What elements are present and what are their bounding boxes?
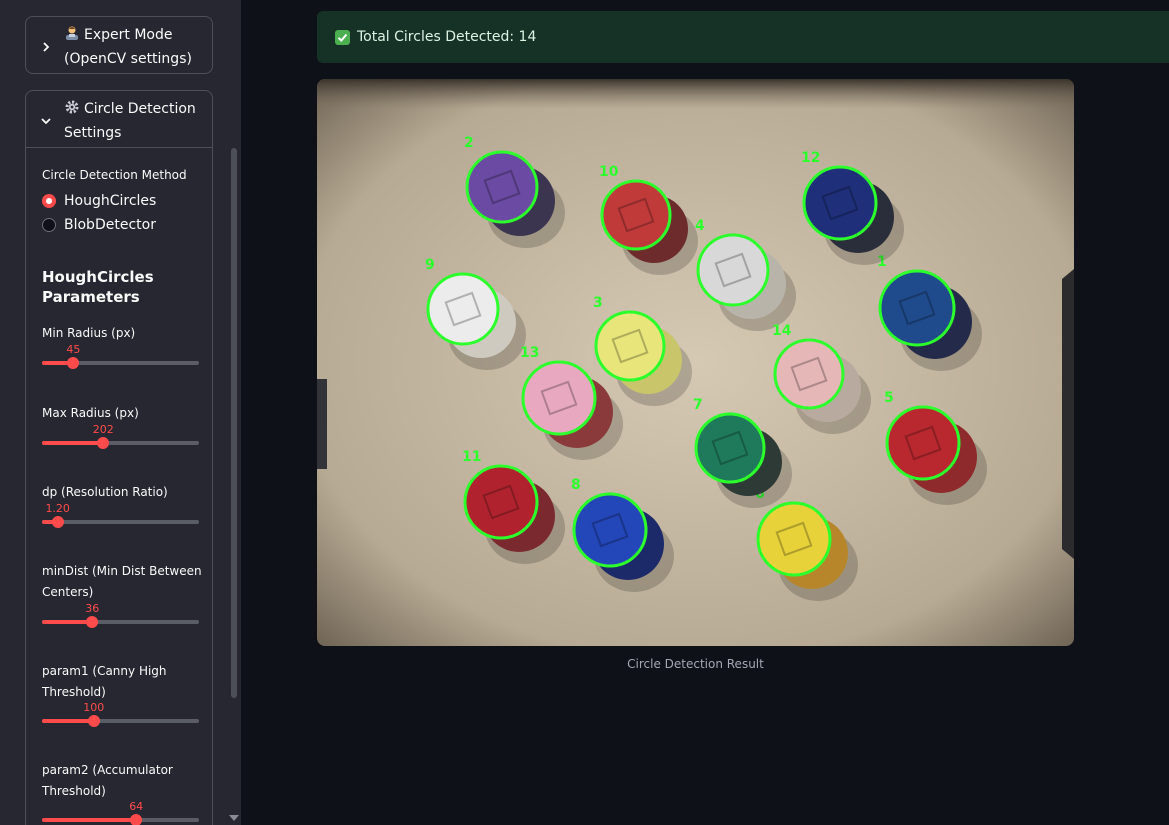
- slider-thumb[interactable]: [51, 516, 64, 528]
- success-alert: Total Circles Detected: 14: [317, 11, 1169, 63]
- detection-number-label: 2: [464, 135, 474, 151]
- param2-label: param2 (Accumulator Threshold): [42, 760, 173, 802]
- max-radius-slider[interactable]: 202: [42, 423, 199, 453]
- min-dist-label-line1: minDist (Min Dist Between: [42, 564, 202, 578]
- image-caption: Circle Detection Result: [627, 657, 764, 671]
- sidebar-scrollbar[interactable]: [231, 148, 237, 698]
- slider-thumb[interactable]: [97, 437, 110, 449]
- detection-number-label: 3: [593, 295, 603, 311]
- slider-thumb[interactable]: [67, 357, 80, 369]
- max-radius-label: Max Radius (px): [42, 406, 139, 420]
- detection-number-label: 9: [425, 257, 435, 273]
- right-object: [1062, 269, 1074, 559]
- slider-thumb[interactable]: [86, 616, 99, 628]
- expert-mode-expander[interactable]: Expert Mode (OpenCV settings): [25, 16, 213, 74]
- detection-number-label: 11: [462, 449, 481, 465]
- dp-label: dp (Resolution Ratio): [42, 485, 168, 499]
- slider-fill: [42, 719, 94, 723]
- slider-value: 1.20: [45, 502, 70, 515]
- radio-selected-indicator[interactable]: [42, 194, 56, 208]
- circle-detection-label-2: Settings: [64, 125, 122, 141]
- min-radius-slider[interactable]: 45: [42, 343, 199, 373]
- detection-number-label: 7: [693, 397, 703, 413]
- technologist-icon: [66, 26, 78, 40]
- detection-number-label: 8: [571, 477, 581, 493]
- slider-value: 45: [66, 343, 81, 356]
- min-dist-label: minDist (Min Dist Between Centers): [42, 561, 202, 603]
- slider-value: 202: [92, 423, 114, 436]
- slider-value: 36: [85, 602, 100, 615]
- left-object: [317, 379, 327, 469]
- chevron-right-icon: [43, 42, 50, 52]
- chevron-down-icon: [41, 118, 51, 125]
- slider-fill: [42, 620, 93, 624]
- method-label: Circle Detection Method: [42, 168, 187, 182]
- slider-track[interactable]: [42, 520, 199, 524]
- param2-label-line1: param2 (Accumulator: [42, 763, 173, 777]
- expert-mode-label-2: (OpenCV settings): [64, 51, 192, 67]
- params-title-line1: HoughCircles: [42, 268, 154, 286]
- detection-number-label: 5: [884, 390, 894, 406]
- circle-detection-expander: Circle Detection Settings Circle Detecti…: [25, 90, 213, 825]
- sidebar: Expert Mode (OpenCV settings) Circle Det…: [0, 0, 241, 825]
- detection-number-label: 10: [599, 164, 619, 180]
- detection-number-label: 13: [520, 345, 539, 361]
- expert-mode-label: Expert Mode: [84, 27, 173, 43]
- slider-fill: [42, 818, 137, 822]
- expert-mode-header[interactable]: Expert Mode (OpenCV settings): [26, 17, 212, 77]
- param2-label-line2: Threshold): [42, 784, 106, 798]
- param2-slider[interactable]: 64: [42, 800, 199, 825]
- dp-slider[interactable]: 1.20: [42, 502, 199, 532]
- min-radius-label: Min Radius (px): [42, 326, 136, 340]
- radio-label: BlobDetector: [64, 217, 156, 233]
- params-title: HoughCircles Parameters: [42, 267, 154, 307]
- radio-unselected-indicator[interactable]: [42, 218, 56, 232]
- slider-value: 100: [83, 701, 105, 714]
- circle-detection-body: Circle Detection Method HoughCircles Blo…: [26, 147, 212, 825]
- circle-detection-header[interactable]: Circle Detection Settings: [26, 91, 212, 151]
- slider-thumb[interactable]: [130, 814, 143, 825]
- scroll-down-arrow-icon[interactable]: [229, 815, 239, 821]
- slider-thumb[interactable]: [87, 715, 100, 727]
- param1-label-line2: Threshold): [42, 685, 106, 699]
- radio-label: HoughCircles: [64, 193, 157, 209]
- radio-blobdetector[interactable]: BlobDetector: [42, 217, 156, 233]
- check-icon: [335, 29, 350, 45]
- detection-result-image: 1 2 3 4 5 6 7 8 9 10 11 12 13 14: [317, 79, 1074, 646]
- min-dist-label-line2: Centers): [42, 585, 94, 599]
- alert-text: Total Circles Detected: 14: [357, 29, 537, 45]
- detection-number-label: 14: [772, 323, 792, 339]
- min-dist-slider[interactable]: 36: [42, 602, 199, 632]
- params-title-line2: Parameters: [42, 288, 140, 306]
- circle-detection-label: Circle Detection: [84, 101, 196, 117]
- slider-fill: [42, 441, 104, 445]
- gear-icon: [65, 100, 79, 114]
- radio-houghcircles[interactable]: HoughCircles: [42, 193, 156, 209]
- table-edge-shadow: [317, 79, 1074, 109]
- param1-label-line1: param1 (Canny High: [42, 664, 167, 678]
- slider-value: 64: [129, 800, 144, 813]
- detection-number-label: 12: [801, 150, 820, 166]
- param1-slider[interactable]: 100: [42, 701, 199, 731]
- param1-label: param1 (Canny High Threshold): [42, 661, 167, 703]
